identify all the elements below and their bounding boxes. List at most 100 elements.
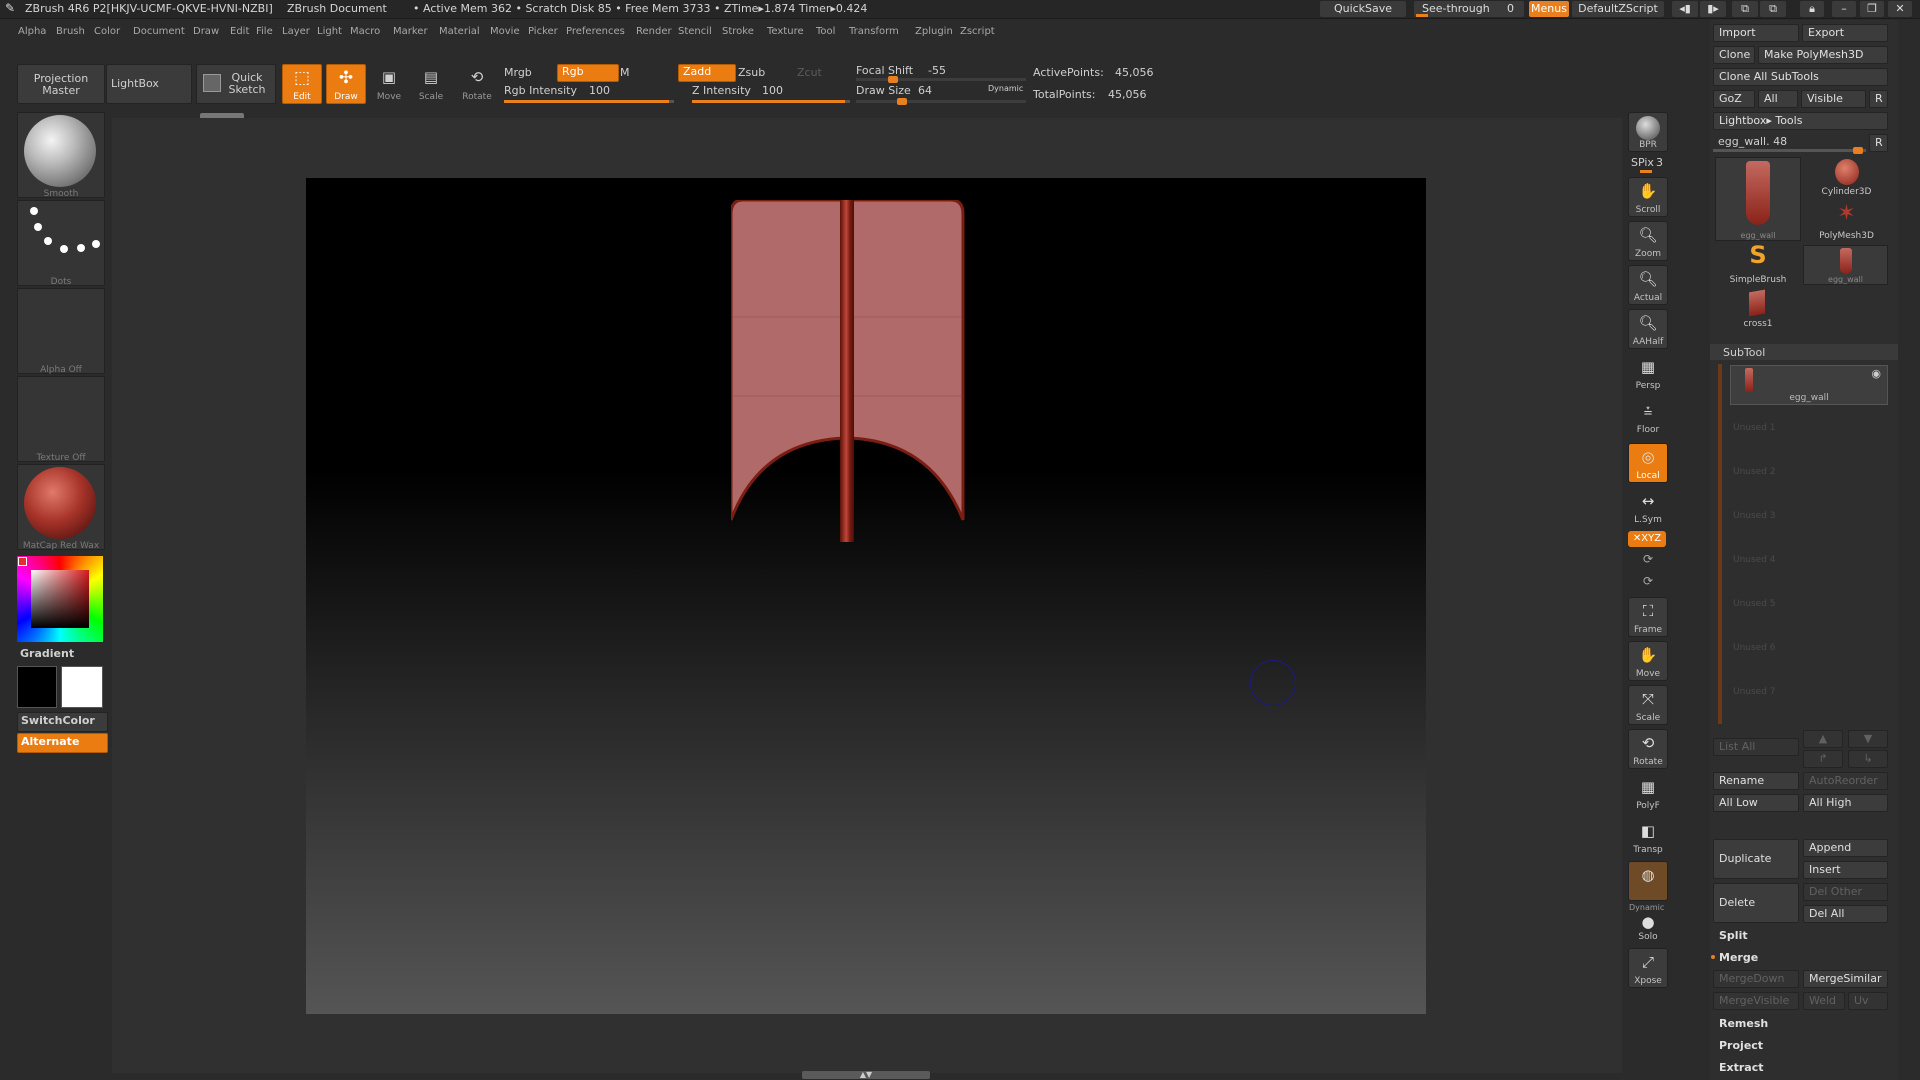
xyz-button[interactable]: ✕XYZ (1628, 531, 1666, 547)
switchcolor-button[interactable]: SwitchColor (17, 712, 108, 732)
alpha-selector[interactable]: Alpha Off (17, 288, 105, 375)
goz-visible-button[interactable]: Visible (1801, 90, 1866, 108)
del-other-button[interactable]: Del Other (1803, 883, 1888, 901)
secondary-color-swatch[interactable] (61, 666, 103, 708)
split-section[interactable]: Split (1719, 929, 1748, 942)
menu-marker[interactable]: Marker (393, 26, 428, 37)
focal-shift-slider[interactable]: Focal Shift -55 (856, 62, 1026, 83)
quicksave-button[interactable]: QuickSave (1320, 1, 1406, 17)
menu-color[interactable]: Color (94, 26, 120, 37)
bpr-button[interactable]: BPR (1628, 112, 1668, 152)
rotate-y-icon[interactable]: ⟳ (1640, 552, 1656, 568)
project-section[interactable]: Project (1719, 1039, 1763, 1052)
tool-thumb-polymesh[interactable]: ✶ PolyMesh3D (1805, 201, 1888, 241)
menu-transform[interactable]: Transform (849, 26, 899, 37)
menu-texture[interactable]: Texture (767, 26, 804, 37)
transp-button[interactable]: ◧ Transp (1628, 817, 1668, 857)
list-all-button[interactable]: List All (1713, 738, 1799, 756)
lsym-button[interactable]: ↔ L.Sym (1628, 487, 1668, 527)
quick-sketch-button[interactable]: Quick Sketch (196, 64, 276, 104)
extract-section[interactable]: Extract (1719, 1061, 1764, 1074)
menu-document[interactable]: Document (133, 26, 185, 37)
menu-movie[interactable]: Movie (490, 26, 520, 37)
visibility-eye-icon[interactable]: ◉ (1871, 367, 1881, 380)
current-tool-r-button[interactable]: R (1869, 134, 1888, 152)
move-up-arrow-icon[interactable]: ▲ (1803, 730, 1843, 748)
menu-zplugin[interactable]: Zplugin (915, 26, 953, 37)
tool-thumb-simplebrush[interactable]: S SimpleBrush (1715, 241, 1801, 285)
layout-prev-icon[interactable]: ◂▮ (1672, 1, 1698, 17)
subtool-item-active[interactable]: egg_wall ◉ (1730, 365, 1888, 405)
subtool-scrollbar[interactable] (1718, 364, 1722, 724)
menu-light[interactable]: Light (317, 26, 342, 37)
local-button[interactable]: ◎ Local (1628, 443, 1668, 483)
subtool-header[interactable]: SubTool (1710, 344, 1898, 360)
polyf-button[interactable]: ▦ PolyF (1628, 773, 1668, 813)
solo-button[interactable]: ● Solo (1628, 912, 1668, 944)
export-button[interactable]: Export (1802, 24, 1888, 42)
menu-stroke[interactable]: Stroke (722, 26, 754, 37)
minimize-icon[interactable]: – (1832, 1, 1856, 17)
draw-size-slider[interactable]: Draw Size 64 Dynamic (856, 84, 1026, 105)
menu-preferences[interactable]: Preferences (566, 26, 625, 37)
rgb-toggle[interactable]: Rgb (557, 64, 619, 82)
scroll-button[interactable]: ✋ Scroll (1628, 177, 1668, 217)
menu-edit[interactable]: Edit (230, 26, 249, 37)
autoreorder-button[interactable]: AutoReorder (1803, 772, 1888, 790)
menu-file[interactable]: File (256, 26, 273, 37)
document-canvas[interactable] (306, 178, 1426, 1014)
floor-button[interactable]: ⩮ Floor (1628, 397, 1668, 437)
menu-alpha[interactable]: Alpha (18, 26, 46, 37)
edit-mode-button[interactable]: ⬚ Edit (282, 64, 322, 104)
rotate-mode-button[interactable]: ⟲ Rotate (457, 64, 497, 104)
interface-b-icon[interactable]: ⧉ (1760, 1, 1786, 17)
mergevisible-button[interactable]: MergeVisible (1713, 992, 1799, 1010)
rename-button[interactable]: Rename (1713, 772, 1799, 790)
zsub-toggle[interactable]: Zsub (738, 66, 765, 79)
default-zscript-button[interactable]: DefaultZScript (1572, 1, 1664, 17)
rgb-intensity-slider[interactable]: Rgb Intensity 100 (504, 84, 674, 103)
material-selector[interactable]: MatCap Red Wax (17, 464, 105, 551)
stroke-selector[interactable]: Dots (17, 200, 105, 287)
scale-mode-button[interactable]: ▤ Scale (413, 64, 449, 104)
layout-next-icon[interactable]: ▮▸ (1700, 1, 1726, 17)
menu-layer[interactable]: Layer (282, 26, 310, 37)
zoom-button[interactable]: 🔍︎ Zoom (1628, 221, 1668, 261)
alternate-button[interactable]: Alternate (17, 733, 108, 753)
lightbox-button[interactable]: LightBox (106, 64, 192, 104)
menu-material[interactable]: Material (439, 26, 480, 37)
actual-button[interactable]: 🔍︎ Actual (1628, 265, 1668, 305)
select-up-arrow-icon[interactable]: ↱ (1803, 750, 1843, 768)
egg-wall-model[interactable] (731, 200, 976, 545)
move-view-button[interactable]: ✋ Move (1628, 641, 1668, 681)
color-picker[interactable] (17, 556, 103, 642)
all-low-button[interactable]: All Low (1713, 794, 1799, 812)
del-all-button[interactable]: Del All (1803, 905, 1888, 923)
rotate-z-icon[interactable]: ⟳ (1640, 574, 1656, 590)
m-toggle[interactable]: M (620, 66, 630, 79)
color-square[interactable] (31, 570, 89, 628)
close-icon[interactable]: ✕ (1888, 1, 1912, 17)
menu-render[interactable]: Render (636, 26, 672, 37)
xpose-button[interactable]: ⤢ Xpose (1628, 948, 1668, 988)
merge-section[interactable]: Merge (1719, 951, 1758, 964)
goz-r-button[interactable]: R (1869, 90, 1888, 108)
texture-selector[interactable]: Texture Off (17, 376, 105, 463)
menu-picker[interactable]: Picker (528, 26, 558, 37)
tool-thumb-egg-wall[interactable]: egg_wall (1715, 157, 1801, 241)
menu-macro[interactable]: Macro (350, 26, 380, 37)
menu-brush[interactable]: Brush (56, 26, 85, 37)
clone-all-subtools-button[interactable]: Clone All SubTools (1713, 68, 1888, 86)
mergesimilar-button[interactable]: MergeSimilar (1803, 970, 1888, 988)
clone-button[interactable]: Clone (1713, 46, 1755, 64)
projection-master-button[interactable]: Projection Master (17, 64, 105, 104)
mergedown-button[interactable]: MergeDown (1713, 970, 1799, 988)
duplicate-button[interactable]: Duplicate (1713, 839, 1799, 879)
menu-draw[interactable]: Draw (193, 26, 219, 37)
remesh-section[interactable]: Remesh (1719, 1017, 1768, 1030)
delete-button[interactable]: Delete (1713, 883, 1799, 923)
aahalf-button[interactable]: 🔍︎ AAHalf (1628, 309, 1668, 349)
goz-button[interactable]: GoZ (1713, 90, 1755, 108)
menu-tool[interactable]: Tool (816, 26, 835, 37)
z-intensity-slider[interactable]: Z Intensity 100 (692, 84, 850, 103)
